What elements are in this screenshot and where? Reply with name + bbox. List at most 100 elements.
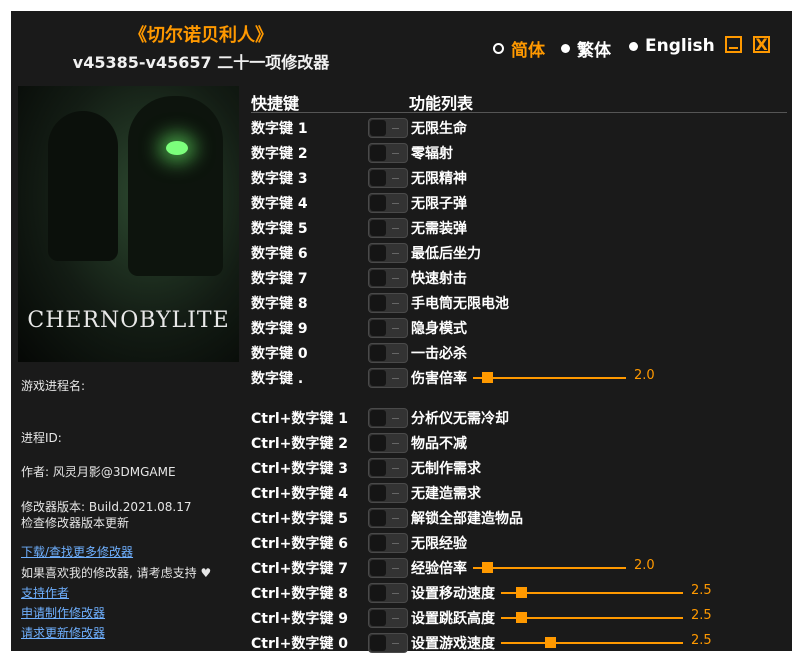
toggle-off-mark — [392, 568, 399, 569]
function-label: 经验倍率 — [411, 561, 467, 577]
function-label: 分析仪无需冷却 — [411, 411, 509, 427]
cheat-toggle[interactable] — [368, 368, 408, 388]
slider-value: 2.5 — [691, 583, 712, 598]
toggle-knob — [370, 245, 386, 261]
toggle-knob — [370, 320, 386, 336]
cheat-row: 数字键 2 零辐射 — [251, 140, 787, 165]
cheat-toggle[interactable] — [368, 583, 408, 603]
cheat-toggle[interactable] — [368, 533, 408, 553]
function-label: 隐身模式 — [411, 321, 467, 337]
toggle-off-mark — [392, 178, 399, 179]
toggle-off-mark — [392, 128, 399, 129]
cheat-toggle[interactable] — [368, 218, 408, 238]
download-more-link[interactable]: 下载/查找更多修改器 — [21, 543, 133, 560]
slider-value: 2.5 — [691, 633, 712, 648]
cheat-toggle[interactable] — [368, 408, 408, 428]
cheat-row: 数字键 4 无限子弹 — [251, 190, 787, 215]
toggle-off-mark — [392, 468, 399, 469]
toggle-knob — [370, 295, 386, 311]
cheat-toggle[interactable] — [368, 193, 408, 213]
radio-icon — [629, 41, 638, 51]
cheat-toggle[interactable] — [368, 268, 408, 288]
function-label: 解锁全部建造物品 — [411, 511, 523, 527]
cheat-row: 数字键 . 伤害倍率 2.0 — [251, 365, 787, 390]
cheat-toggle[interactable] — [368, 608, 408, 628]
cheat-toggle[interactable] — [368, 143, 408, 163]
toggle-off-mark — [392, 418, 399, 419]
hotkey-label: Ctrl+数字键 3 — [251, 461, 349, 477]
cheat-row: Ctrl+数字键 5 解锁全部建造物品 — [251, 505, 787, 530]
hotkey-label: Ctrl+数字键 8 — [251, 586, 349, 602]
hotkey-label: 数字键 3 — [251, 171, 308, 187]
toggle-off-mark — [392, 153, 399, 154]
slider-thumb[interactable] — [516, 587, 527, 598]
toggle-knob — [370, 485, 386, 501]
toggle-off-mark — [392, 228, 399, 229]
cheat-toggle[interactable] — [368, 558, 408, 578]
radio-selected-icon — [493, 43, 504, 54]
hotkey-label: Ctrl+数字键 7 — [251, 561, 349, 577]
close-icon[interactable]: X — [753, 36, 770, 53]
lang-simplified[interactable]: 简体 — [493, 36, 545, 61]
function-label: 无限子弹 — [411, 196, 467, 212]
function-label: 快速射击 — [411, 271, 467, 287]
toggle-knob — [370, 370, 386, 386]
cheat-toggle[interactable] — [368, 293, 408, 313]
value-slider[interactable] — [473, 562, 626, 573]
cheat-row: Ctrl+数字键 7 经验倍率 2.0 — [251, 555, 787, 580]
value-slider[interactable] — [501, 587, 683, 598]
hotkey-label: Ctrl+数字键 9 — [251, 611, 349, 627]
check-update-link[interactable]: 检查修改器版本更新 — [21, 514, 129, 531]
toggle-knob — [370, 560, 386, 576]
lang-label: 繁体 — [577, 41, 611, 61]
cheat-toggle[interactable] — [368, 483, 408, 503]
cheat-toggle[interactable] — [368, 458, 408, 478]
toggle-knob — [370, 220, 386, 236]
hotkey-label: 数字键 9 — [251, 321, 308, 337]
value-slider[interactable] — [473, 372, 626, 383]
cheat-toggle[interactable] — [368, 508, 408, 528]
hotkey-column-header: 快捷键 — [251, 94, 300, 113]
hotkey-label: 数字键 7 — [251, 271, 308, 287]
cheat-toggle[interactable] — [368, 118, 408, 138]
cheat-toggle[interactable] — [368, 633, 408, 653]
function-label: 设置游戏速度 — [411, 636, 495, 652]
cheat-row: 数字键 9 隐身模式 — [251, 315, 787, 340]
toggle-off-mark — [392, 493, 399, 494]
toggle-off-mark — [392, 353, 399, 354]
cheat-toggle[interactable] — [368, 318, 408, 338]
slider-thumb[interactable] — [516, 612, 527, 623]
radio-icon — [561, 44, 570, 53]
game-title: 《切尔诺贝利人》 — [129, 25, 273, 46]
cheat-row: Ctrl+数字键 0 设置游戏速度 2.5 — [251, 630, 787, 655]
support-author-link[interactable]: 支持作者 — [21, 584, 69, 601]
lang-traditional[interactable]: 繁体 — [561, 36, 611, 61]
hotkey-label: 数字键 0 — [251, 346, 308, 362]
value-slider[interactable] — [501, 637, 683, 648]
toggle-knob — [370, 535, 386, 551]
function-label: 无限精神 — [411, 171, 467, 187]
value-slider[interactable] — [501, 612, 683, 623]
request-update-link[interactable]: 请求更新修改器 — [21, 624, 105, 641]
cheat-toggle[interactable] — [368, 168, 408, 188]
cheat-toggle[interactable] — [368, 343, 408, 363]
toggle-off-mark — [392, 328, 399, 329]
minimize-icon[interactable] — [725, 36, 742, 53]
cheat-row: Ctrl+数字键 8 设置移动速度 2.5 — [251, 580, 787, 605]
request-trainer-link[interactable]: 申请制作修改器 — [21, 604, 105, 621]
hotkey-label: Ctrl+数字键 6 — [251, 536, 349, 552]
cover-figure — [48, 111, 118, 261]
slider-thumb[interactable] — [545, 637, 556, 648]
cheat-row: Ctrl+数字键 1 分析仪无需冷却 — [251, 405, 787, 430]
slider-value: 2.0 — [634, 558, 655, 573]
slider-thumb[interactable] — [482, 562, 493, 573]
slider-thumb[interactable] — [482, 372, 493, 383]
toggle-off-mark — [392, 593, 399, 594]
cover-figure — [128, 96, 223, 276]
hotkey-label: Ctrl+数字键 4 — [251, 486, 349, 502]
cheat-toggle[interactable] — [368, 243, 408, 263]
cheat-toggle[interactable] — [368, 433, 408, 453]
function-label: 设置跳跃高度 — [411, 611, 495, 627]
toggle-knob — [370, 120, 386, 136]
lang-english[interactable]: English — [629, 36, 715, 56]
